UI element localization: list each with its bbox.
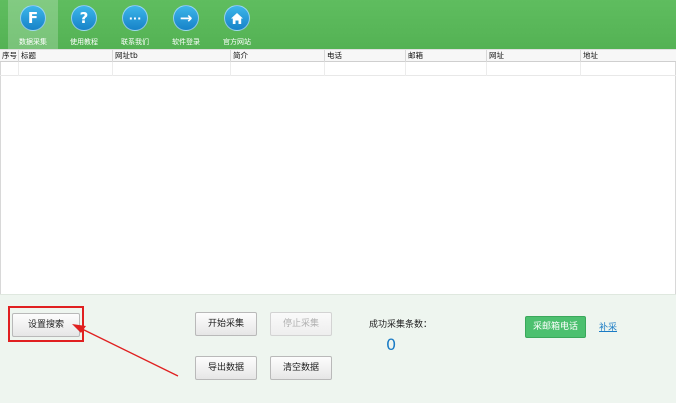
annotation-arrow-icon <box>72 324 179 377</box>
app-window: F 数据采集 ? 使用教程 ··· 联系我们 → 软件登录 官方网站 序号 标题… <box>0 0 676 403</box>
